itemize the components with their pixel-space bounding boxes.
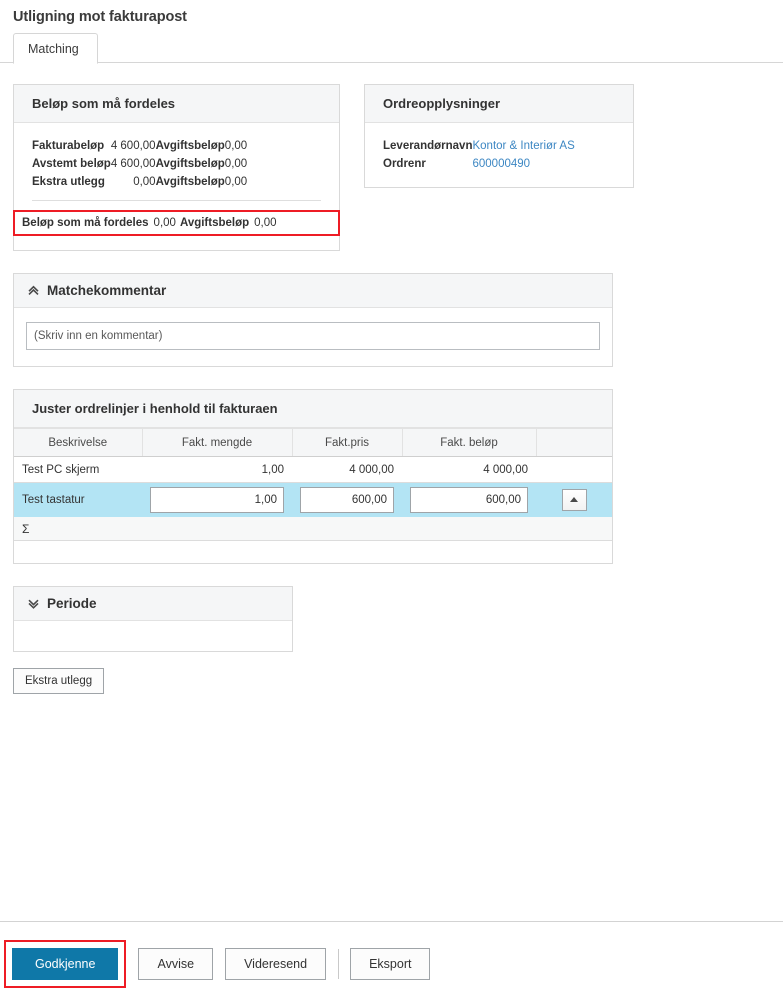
sum-actions — [536, 516, 612, 541]
cell-actions — [536, 456, 612, 483]
cell-amount: 4 000,00 — [402, 456, 536, 483]
column-header-quantity: Fakt. mengde — [142, 428, 293, 457]
column-header-description: Beskrivelse — [14, 428, 143, 457]
table-blank-row — [14, 540, 612, 563]
amounts-tax-label: Avgiftsbeløp — [155, 176, 225, 188]
amounts-value: 4 600,00 — [110, 140, 156, 152]
match-comment-input[interactable] — [26, 322, 600, 350]
cell-price: 4 000,00 — [292, 456, 402, 483]
match-comment-title: Matchekommentar — [47, 283, 167, 298]
amounts-tax-value: 0,00 — [224, 140, 248, 152]
cell-actions — [536, 482, 612, 517]
price-input[interactable] — [300, 486, 394, 513]
tab-strip: Matching — [0, 33, 783, 64]
amounts-label: Fakturabeløp — [32, 140, 105, 152]
match-comment-header[interactable]: Matchekommentar — [14, 274, 612, 308]
order-number-link[interactable]: 600000490 — [472, 155, 574, 173]
supplier-name-link[interactable]: Kontor & Interiør AS — [472, 137, 574, 155]
table-row[interactable]: Test tastatur — [14, 482, 612, 517]
period-header[interactable]: Periode — [14, 586, 292, 621]
column-header-actions — [536, 428, 612, 457]
period-body — [14, 621, 292, 651]
amounts-value: 0,00 — [133, 176, 156, 188]
column-header-price: Fakt.pris — [292, 428, 403, 457]
cell-price-editor — [292, 482, 402, 517]
sum-price — [292, 516, 402, 541]
export-button[interactable]: Eksport — [350, 948, 431, 980]
order-info-label: Ordrenr — [383, 158, 426, 170]
amount-input[interactable] — [410, 486, 528, 513]
amounts-total-highlight: Beløp som må fordeles 0,00 Avgiftsbeløp 0,0… — [13, 210, 340, 236]
amounts-row: Avstemt beløp 4 600,00 Avgiftsbeløp 0,00 — [32, 155, 247, 173]
amounts-total-value: 0,00 — [153, 217, 176, 229]
amounts-row: Fakturabeløp 4 600,00 Avgiftsbeløp 0,00 — [32, 137, 247, 155]
amounts-panel-title: Beløp som må fordeles — [14, 85, 339, 123]
quantity-input[interactable] — [150, 486, 284, 513]
forward-button[interactable]: Videresend — [225, 948, 327, 980]
cell-description: Test PC skjerm — [14, 456, 142, 483]
amounts-panel: Beløp som må fordeles Fakturabeløp 4 600… — [13, 84, 340, 251]
blank-cell — [402, 540, 536, 563]
period-panel: Periode — [13, 585, 293, 652]
amounts-panel-body: Fakturabeløp 4 600,00 Avgiftsbeløp 0,00 … — [13, 123, 340, 250]
amounts-label: Ekstra utlegg — [32, 176, 105, 188]
sum-symbol: Σ — [14, 516, 142, 541]
column-header-amount: Fakt. beløp — [402, 428, 537, 457]
blank-cell — [536, 540, 612, 563]
blank-cell — [142, 540, 292, 563]
amounts-tax-label: Avgiftsbeløp — [155, 158, 225, 170]
approve-button[interactable]: Godkjenne — [12, 948, 119, 980]
order-info-label: Leverandørnavn — [383, 140, 473, 152]
table-row[interactable]: Test PC skjerm 1,00 4 000,00 4 000,00 — [14, 456, 612, 483]
chevron-double-down-icon[interactable] — [26, 596, 40, 610]
approve-button-highlight: Godkjenne — [4, 940, 127, 988]
order-lines-panel: Juster ordrelinjer i henhold til faktura… — [13, 389, 613, 564]
blank-cell — [14, 540, 142, 563]
order-info-table: Leverandørnavn Kontor & Interiør AS Ordr… — [383, 137, 575, 173]
sum-amount — [402, 516, 536, 541]
sum-quantity — [142, 516, 292, 541]
button-divider — [338, 949, 340, 979]
action-bar-inner: Godkjenne Avvise Videresend Eksport — [0, 922, 783, 988]
page-content: Beløp som må fordeles Fakturabeløp 4 600… — [0, 63, 783, 694]
order-info-panel: Ordreopplysninger Leverandørnavn Kontor … — [364, 84, 634, 188]
reject-button[interactable]: Avvise — [138, 948, 214, 980]
amounts-label: Avstemt beløp — [32, 158, 111, 170]
order-lines-title: Juster ordrelinjer i henhold til faktura… — [14, 390, 612, 428]
chevron-double-up-icon[interactable] — [26, 284, 40, 298]
cell-description: Test tastatur — [14, 482, 142, 517]
page-title: Utligning mot fakturapost — [13, 9, 187, 25]
collapse-row-up-arrow-icon[interactable] — [561, 488, 587, 511]
amounts-total-label: Beløp som må fordeles — [22, 217, 149, 229]
amounts-total-tax-value: 0,00 — [254, 217, 277, 229]
match-comment-panel: Matchekommentar — [13, 273, 613, 367]
table-sum-row: Σ — [14, 516, 612, 541]
amounts-tax-value: 0,00 — [224, 158, 248, 170]
match-comment-body — [14, 308, 612, 366]
summary-row: Beløp som må fordeles Fakturabeløp 4 600… — [13, 63, 770, 251]
order-lines-table: Beskrivelse Fakt. mengde Fakt.pris Fakt.… — [14, 428, 612, 563]
cell-quantity-editor — [142, 482, 292, 517]
blank-cell — [292, 540, 402, 563]
amounts-tax-value: 0,00 — [224, 176, 248, 188]
order-info-body: Leverandørnavn Kontor & Interiør AS Ordr… — [365, 123, 633, 187]
period-title: Periode — [47, 595, 97, 611]
amounts-row: Ekstra utlegg 0,00 Avgiftsbeløp 0,00 — [32, 173, 247, 191]
order-info-row: Ordrenr 600000490 — [383, 155, 575, 173]
amounts-divider — [32, 200, 321, 201]
extra-expense-button[interactable]: Ekstra utlegg — [13, 667, 105, 694]
action-bar: Godkjenne Avvise Videresend Eksport — [0, 921, 783, 991]
cell-quantity: 1,00 — [142, 456, 292, 483]
amounts-value: 4 600,00 — [110, 158, 156, 170]
order-lines-header-row: Beskrivelse Fakt. mengde Fakt.pris Fakt.… — [14, 428, 612, 457]
cell-amount-editor — [402, 482, 536, 517]
amounts-tax-label: Avgiftsbeløp — [155, 140, 225, 152]
order-info-row: Leverandørnavn Kontor & Interiør AS — [383, 137, 575, 155]
amounts-total-tax-label: Avgiftsbeløp — [179, 217, 250, 229]
order-info-title: Ordreopplysninger — [365, 85, 633, 123]
tab-matching[interactable]: Matching — [13, 33, 98, 64]
amounts-table: Fakturabeløp 4 600,00 Avgiftsbeløp 0,00 … — [32, 137, 247, 191]
